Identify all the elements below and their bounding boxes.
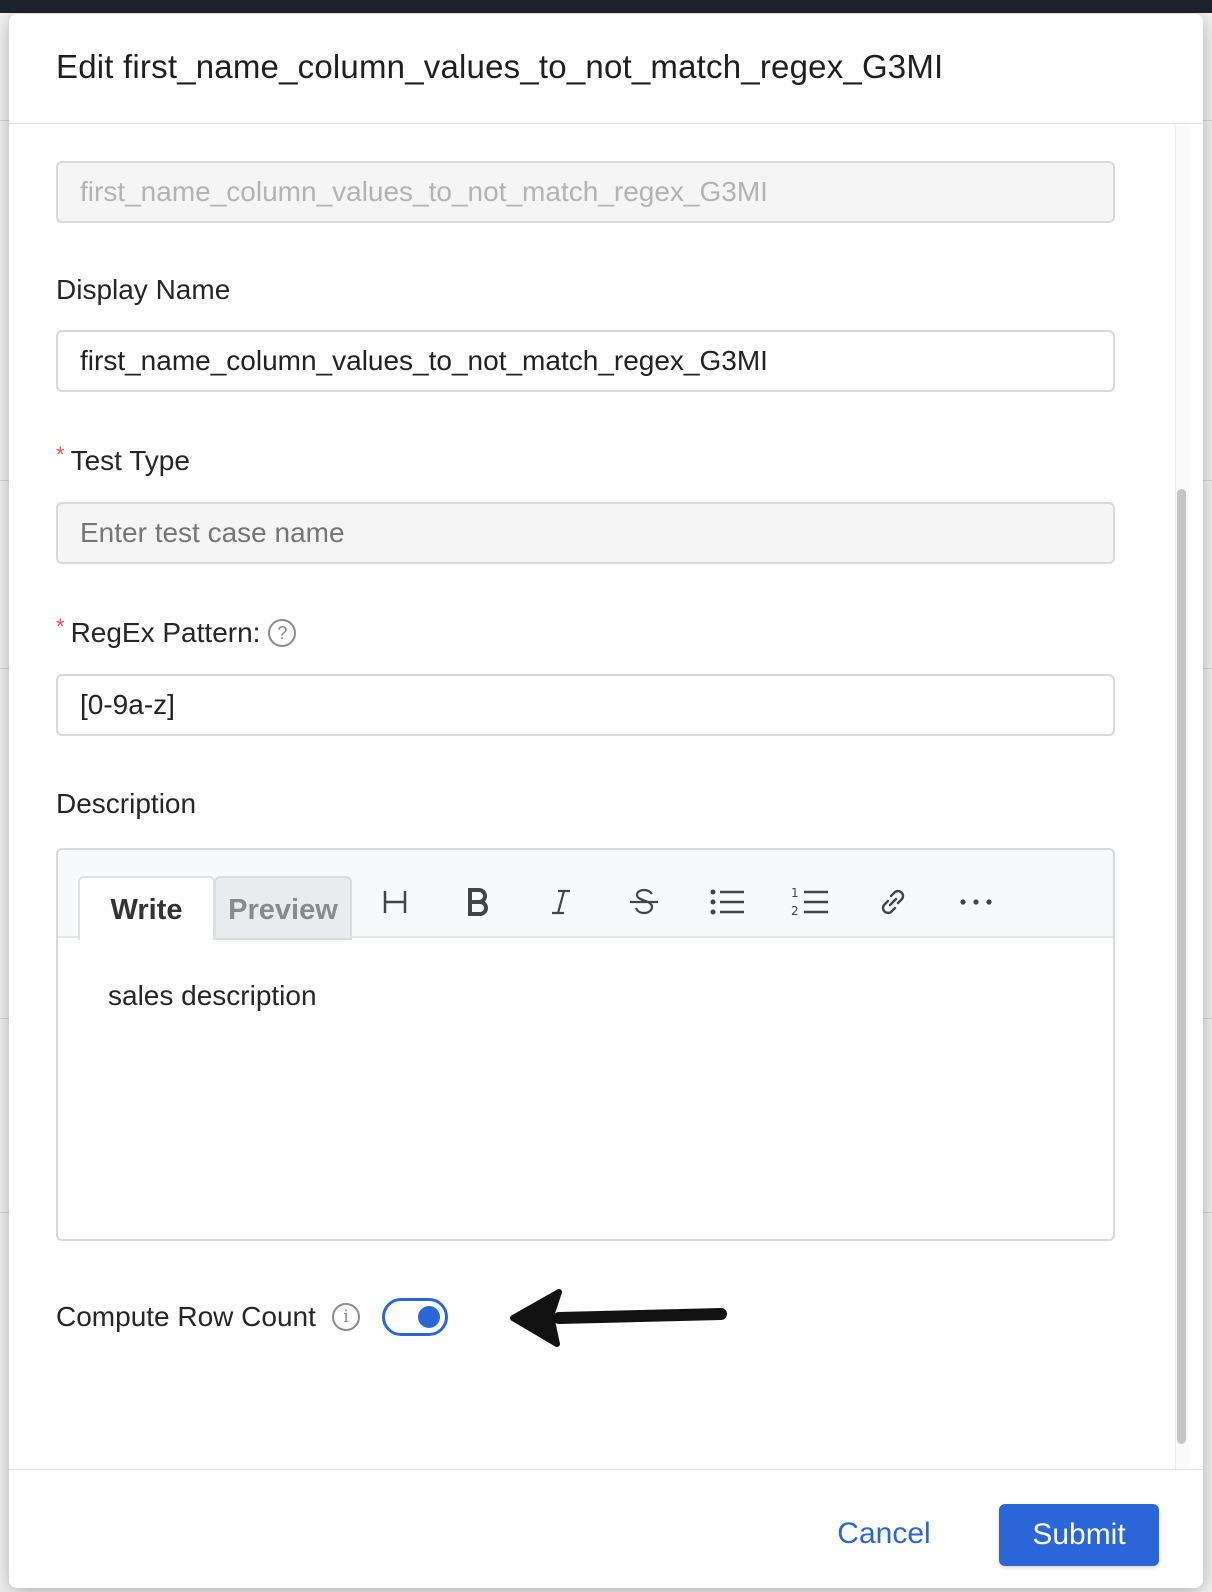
bullet-list-icon[interactable] (705, 880, 749, 924)
svg-text:1: 1 (791, 886, 799, 900)
edit-test-case-modal: Edit first_name_column_values_to_not_mat… (9, 14, 1203, 1588)
info-icon[interactable]: i (331, 1303, 360, 1331)
annotation-arrow-icon (510, 1289, 727, 1347)
link-icon[interactable] (871, 880, 915, 924)
display-name-label: Display Name (56, 274, 231, 305)
regex-label: * RegEx Pattern:? (56, 614, 297, 649)
display-name-input[interactable] (56, 330, 1115, 392)
toggle-knob (417, 1306, 440, 1328)
test-type-input (56, 502, 1115, 564)
regex-label-text: RegEx Pattern: (70, 617, 261, 648)
modal-title: Edit first_name_column_values_to_not_mat… (56, 48, 944, 85)
test-type-label-text: Test Type (70, 445, 190, 476)
modal-body[interactable]: * Display Name *Test Type *RegEx Pattern… (9, 124, 1203, 1469)
background-topbar (0, 0, 1212, 13)
required-mark: * (56, 442, 65, 467)
numbered-list-icon[interactable]: 12 (788, 880, 832, 924)
heading-icon[interactable] (373, 880, 417, 924)
scrollbar-thumb[interactable] (1177, 489, 1186, 1444)
more-icon[interactable] (954, 880, 998, 924)
editor-content[interactable]: sales description (108, 980, 317, 1012)
modal-footer: Cancel Submit (9, 1469, 1203, 1588)
submit-button[interactable]: Submit (999, 1504, 1159, 1566)
question-circle-icon[interactable]: ? (268, 618, 297, 647)
compute-row-count-label: Compute Row Count (56, 1301, 316, 1332)
name-input (56, 161, 1115, 223)
compute-row-count-toggle[interactable] (381, 1298, 448, 1336)
svg-text:2: 2 (791, 904, 799, 918)
required-mark: * (56, 124, 65, 132)
cancel-button[interactable]: Cancel (823, 1504, 945, 1564)
editor-toolbar: Write Preview 12 (58, 850, 1113, 940)
italic-icon[interactable] (539, 880, 583, 924)
tab-preview[interactable]: Preview (214, 876, 352, 940)
tab-write[interactable]: Write (78, 876, 215, 940)
test-type-label: * Test Type (56, 442, 190, 477)
name-label-partial: * (56, 124, 71, 142)
modal-header: Edit first_name_column_values_to_not_mat… (9, 14, 1203, 124)
regex-pattern-input[interactable] (56, 674, 1115, 736)
bold-icon[interactable] (456, 880, 500, 924)
compute-row-count-row: Compute Row Count i (56, 1292, 448, 1342)
strikethrough-icon[interactable] (622, 880, 666, 924)
markdown-editor: Write Preview 12 sales description (56, 848, 1115, 1241)
required-mark: * (56, 614, 65, 639)
description-label: Description (56, 788, 197, 819)
